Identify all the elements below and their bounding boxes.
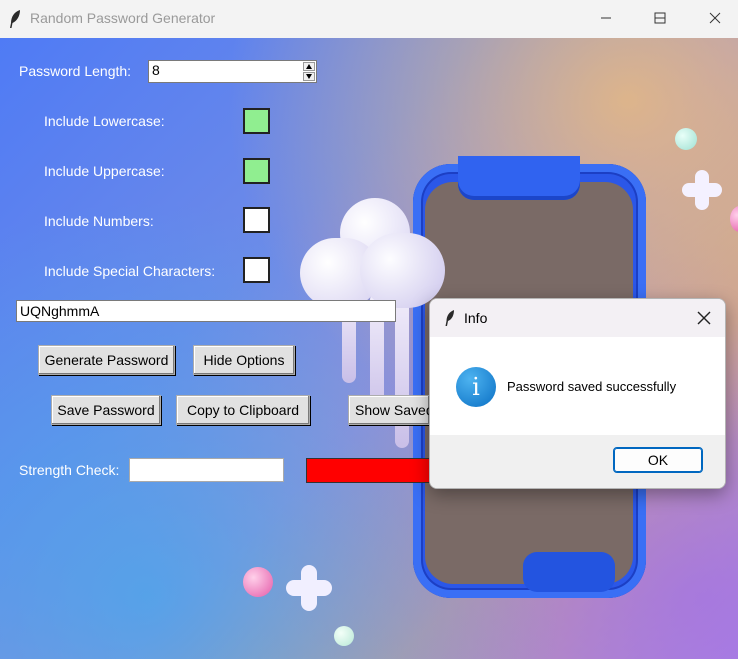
generate-password-button[interactable]: Generate Password <box>38 345 175 375</box>
window-title: Random Password Generator <box>30 10 216 26</box>
password-length-value: 8 <box>152 62 160 78</box>
minimize-button[interactable] <box>583 0 629 36</box>
strength-check-field[interactable] <box>129 458 284 482</box>
show-saved-button[interactable]: Show Saved <box>348 395 430 425</box>
include-special-label: Include Special Characters: <box>44 263 216 279</box>
dialog-footer: OK <box>430 435 725 488</box>
maximize-button[interactable] <box>637 0 683 36</box>
bubble-decoration <box>675 128 697 150</box>
bubble-decoration <box>334 626 354 646</box>
dialog-title: Info <box>464 310 488 326</box>
dialog-body: i Password saved successfully <box>430 337 725 435</box>
close-icon <box>709 12 721 24</box>
ok-button[interactable]: OK <box>613 447 703 473</box>
password-length-label: Password Length: <box>19 63 132 79</box>
dialog-title-bar: Info <box>430 299 725 337</box>
spin-down-button[interactable] <box>303 72 315 81</box>
feather-icon <box>10 10 20 28</box>
close-icon <box>697 311 711 325</box>
info-icon: i <box>456 367 496 407</box>
info-dialog: Info i Password saved successfully OK <box>429 298 726 489</box>
include-uppercase-checkbox[interactable] <box>243 158 270 184</box>
strength-check-label: Strength Check: <box>19 462 120 478</box>
password-length-spinbox[interactable]: 8 <box>148 60 317 83</box>
include-uppercase-label: Include Uppercase: <box>44 163 165 179</box>
include-numbers-label: Include Numbers: <box>44 213 154 229</box>
include-lowercase-label: Include Lowercase: <box>44 113 165 129</box>
dialog-message: Password saved successfully <box>507 379 677 394</box>
triangle-down-icon <box>306 74 312 79</box>
include-numbers-checkbox[interactable] <box>243 207 270 233</box>
close-window-button[interactable] <box>692 0 738 36</box>
spin-up-button[interactable] <box>303 62 315 71</box>
strength-indicator-bar <box>306 458 446 483</box>
maximize-icon <box>654 12 666 24</box>
hide-options-button[interactable]: Hide Options <box>193 345 295 375</box>
bubble-decoration <box>730 206 738 232</box>
save-password-button[interactable]: Save Password <box>51 395 161 425</box>
plus-decoration <box>286 565 332 611</box>
dialog-close-button[interactable] <box>693 307 715 329</box>
bubble-decoration <box>243 567 273 597</box>
minimize-icon <box>601 17 611 19</box>
include-lowercase-checkbox[interactable] <box>243 108 270 134</box>
copy-to-clipboard-button[interactable]: Copy to Clipboard <box>176 395 310 425</box>
feather-icon <box>445 310 454 326</box>
include-special-checkbox[interactable] <box>243 257 270 283</box>
plus-decoration <box>682 170 722 210</box>
password-output-field[interactable]: UQNghmmA <box>16 300 396 322</box>
triangle-up-icon <box>306 64 312 69</box>
